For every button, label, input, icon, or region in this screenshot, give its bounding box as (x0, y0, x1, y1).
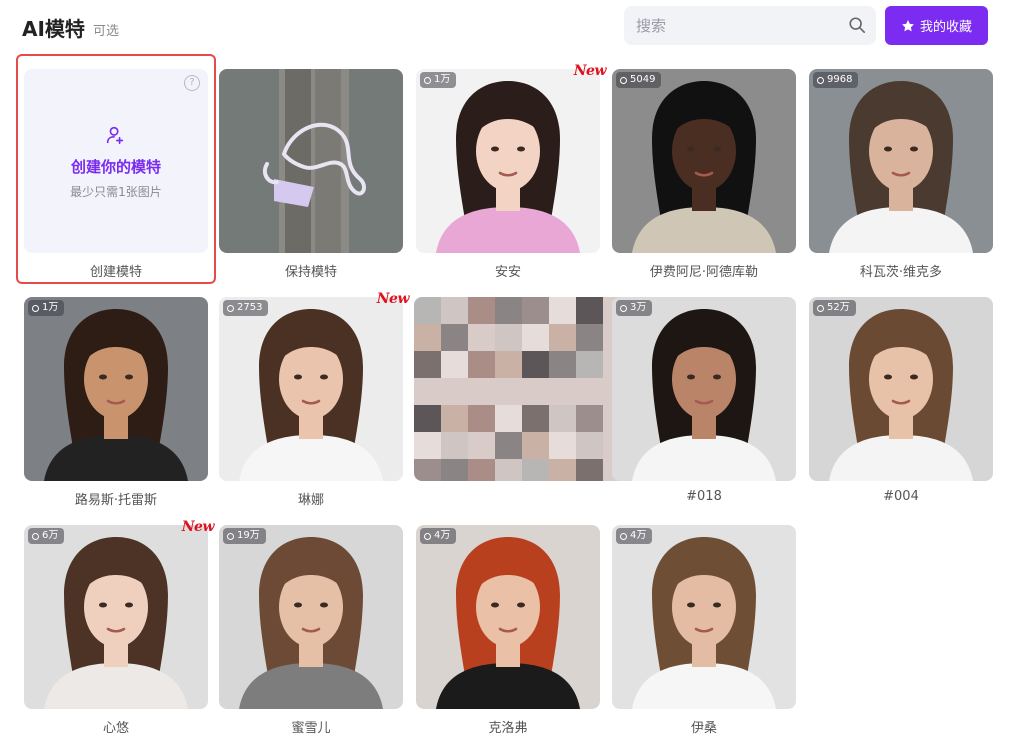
my-favorites-button[interactable]: 我的收藏 (885, 6, 988, 45)
create-model-title: 创建你的模特 (70, 158, 161, 176)
usage-icon (817, 76, 824, 84)
new-tag: New (181, 519, 215, 535)
my-favorites-label: 我的收藏 (919, 20, 972, 35)
model-thumbnail[interactable] (24, 525, 208, 709)
model-thumbnail[interactable] (219, 525, 403, 709)
model-thumbnail[interactable] (416, 525, 600, 709)
usage-icon (620, 76, 627, 84)
model-thumbnail[interactable] (612, 525, 796, 709)
star-icon (902, 19, 914, 31)
model-name: 保持模特 (284, 265, 337, 280)
usage-icon (620, 304, 627, 312)
usage-count: 5049 (630, 74, 656, 85)
usage-icon (227, 304, 234, 312)
usage-count: 6万 (42, 530, 59, 541)
model-name: 科瓦茨·维克多 (859, 265, 943, 280)
usage-count-badge: 1万 (28, 300, 65, 316)
model-name: 路易斯·托雷斯 (74, 493, 158, 508)
usage-icon (227, 532, 234, 540)
usage-count-badge: 5049 (616, 72, 662, 88)
model-thumbnail[interactable] (416, 69, 600, 253)
usage-icon (424, 76, 431, 84)
usage-icon (32, 304, 39, 312)
model-thumbnail[interactable] (24, 297, 208, 481)
create-model-card[interactable]: ? 创建你的模特 最少只需1张图片 (24, 69, 208, 253)
search-input[interactable] (636, 6, 846, 45)
model-name: #004 (883, 489, 919, 504)
model-thumbnail[interactable] (612, 69, 796, 253)
search-icon[interactable] (848, 16, 866, 34)
usage-count: 3万 (630, 302, 647, 313)
model-thumbnail[interactable] (809, 69, 993, 253)
usage-count: 2753 (237, 302, 263, 313)
usage-count-badge: 9968 (813, 72, 859, 88)
usage-icon (32, 532, 39, 540)
model-thumbnail[interactable] (612, 297, 796, 481)
model-name: 克洛弗 (488, 721, 528, 736)
add-user-icon (106, 126, 124, 145)
model-name: 伊桑 (690, 721, 717, 736)
usage-icon (817, 304, 824, 312)
usage-count-badge: 4万 (616, 528, 653, 544)
model-name: 伊费阿尼·阿德库勒 (649, 265, 759, 280)
model-thumbnail[interactable] (219, 69, 403, 253)
usage-count-badge: 3万 (616, 300, 653, 316)
new-tag: New (573, 63, 607, 79)
usage-count: 1万 (434, 74, 451, 85)
usage-count: 4万 (630, 530, 647, 541)
usage-count: 4万 (434, 530, 451, 541)
usage-count-badge: 19万 (223, 528, 266, 544)
page-subtitle: 可选 (93, 24, 120, 39)
usage-count: 9968 (827, 74, 853, 85)
help-icon[interactable]: ? (184, 75, 200, 91)
page-title: AI模特 (22, 17, 85, 41)
search-box[interactable] (624, 6, 876, 45)
model-thumbnail[interactable] (219, 297, 403, 481)
model-name: 蜜雪儿 (291, 721, 331, 736)
usage-count-badge: 6万 (28, 528, 65, 544)
model-thumbnail[interactable] (809, 297, 993, 481)
usage-count: 1万 (42, 302, 59, 313)
model-name: 琳娜 (297, 493, 324, 508)
usage-count-badge: 4万 (420, 528, 457, 544)
create-model-subtitle: 最少只需1张图片 (70, 185, 162, 199)
new-tag: New (376, 291, 410, 307)
usage-count: 19万 (237, 530, 260, 541)
create-model-name: 创建模特 (89, 265, 142, 280)
usage-count: 52万 (827, 302, 850, 313)
usage-icon (424, 532, 431, 540)
model-name: #018 (686, 489, 722, 504)
usage-count-badge: 1万 (420, 72, 457, 88)
model-name: 心悠 (102, 721, 129, 736)
header: AI模特 可选 我的收藏 (0, 0, 1024, 56)
model-name: 安安 (494, 265, 521, 280)
usage-icon (620, 532, 627, 540)
usage-count-badge: 52万 (813, 300, 856, 316)
usage-count-badge: 2753 (223, 300, 269, 316)
